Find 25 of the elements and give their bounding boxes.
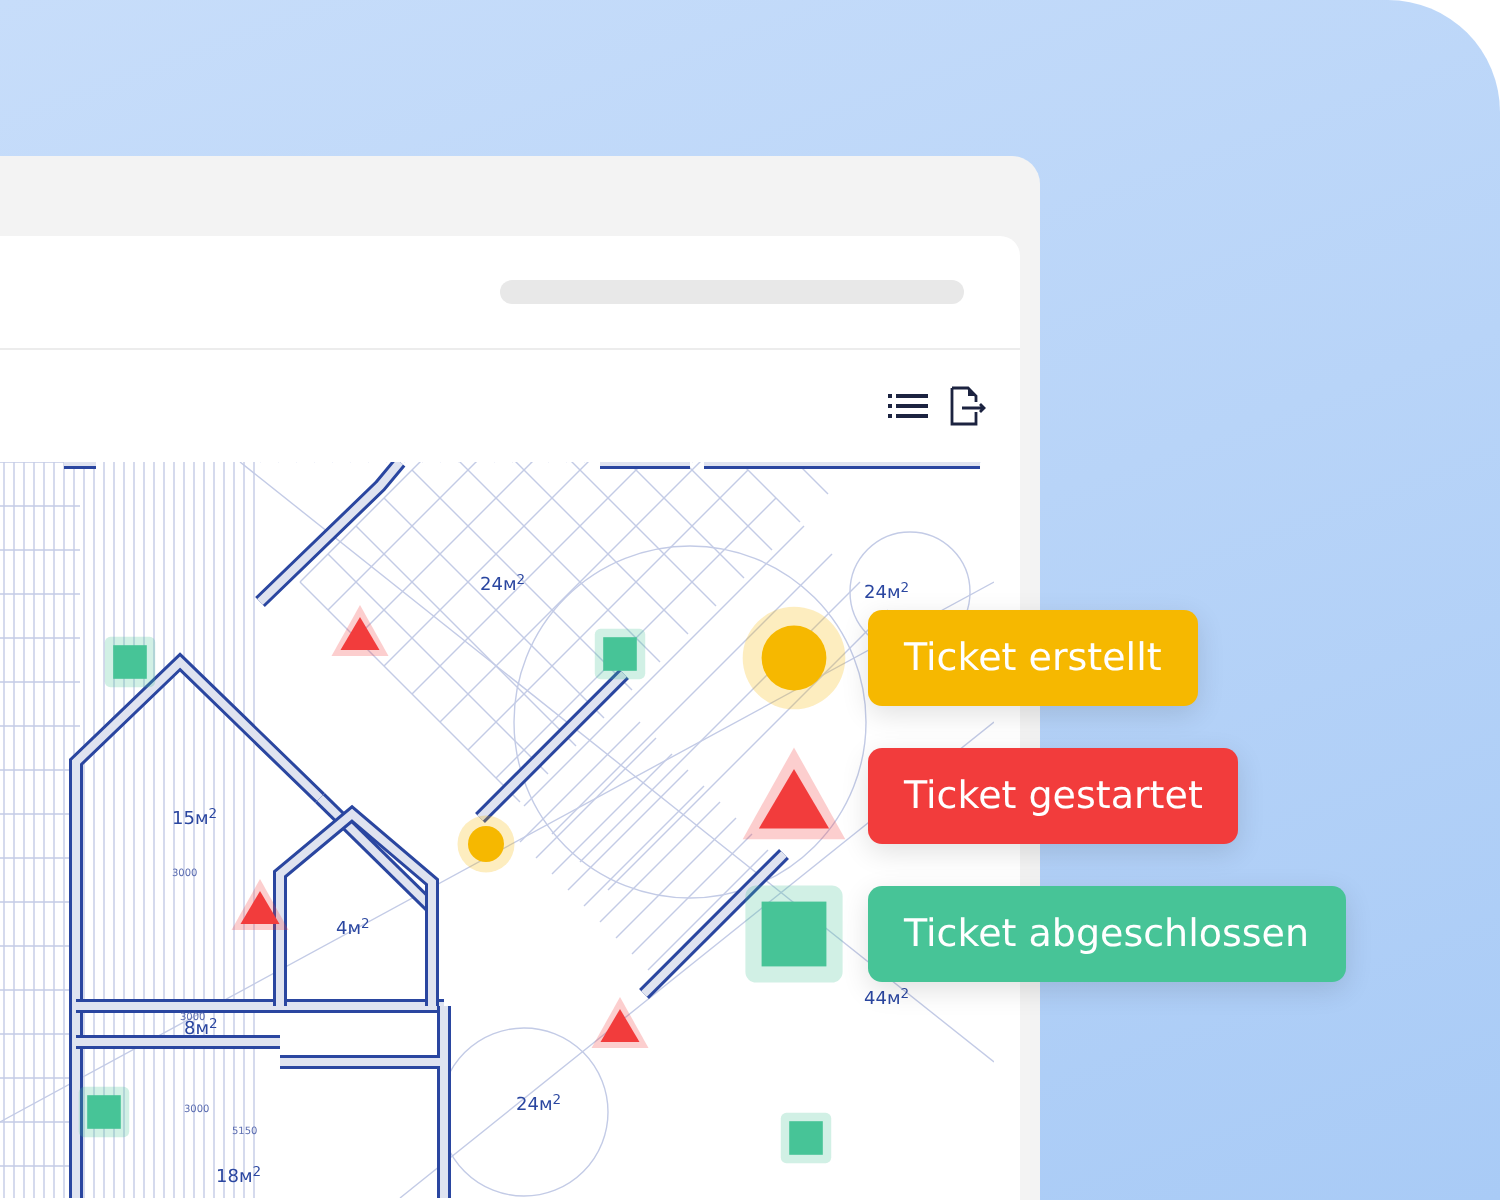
room-area-label: 15м$^{2}$ — [172, 812, 218, 830]
export-button[interactable] — [948, 386, 988, 426]
status-label: Ticket gestartet — [868, 748, 1239, 844]
list-button[interactable] — [888, 392, 928, 420]
triangle-marker-icon[interactable] — [230, 876, 290, 936]
room-area-label: 8м$^{2}$ — [184, 1022, 218, 1040]
room-area-label: 24м$^{2}$ — [864, 586, 910, 604]
room-area-label: 24м$^{2}$ — [516, 1098, 562, 1116]
square-marker-icon[interactable] — [778, 1110, 834, 1166]
triangle-marker-icon[interactable] — [330, 602, 390, 662]
square-marker-icon[interactable] — [102, 634, 158, 690]
status-label: Ticket abgeschlossen — [868, 886, 1346, 982]
square-marker-icon[interactable] — [76, 1084, 132, 1140]
square-marker-icon — [740, 880, 848, 988]
room-area-label: 4м$^{2}$ — [336, 922, 370, 940]
export-icon — [948, 386, 988, 426]
room-area-label: 24м$^{2}$ — [480, 578, 526, 596]
room-area-label: 18м$^{2}$ — [216, 1170, 262, 1188]
circle-marker-icon[interactable] — [456, 814, 516, 874]
list-icon — [888, 392, 928, 420]
room-area-label: 44м$^{2}$ — [864, 992, 910, 1010]
triangle-marker-icon[interactable] — [590, 994, 650, 1054]
square-marker-icon[interactable] — [592, 626, 648, 682]
status-label: Ticket erstellt — [868, 610, 1198, 706]
circle-marker-icon — [740, 604, 848, 712]
